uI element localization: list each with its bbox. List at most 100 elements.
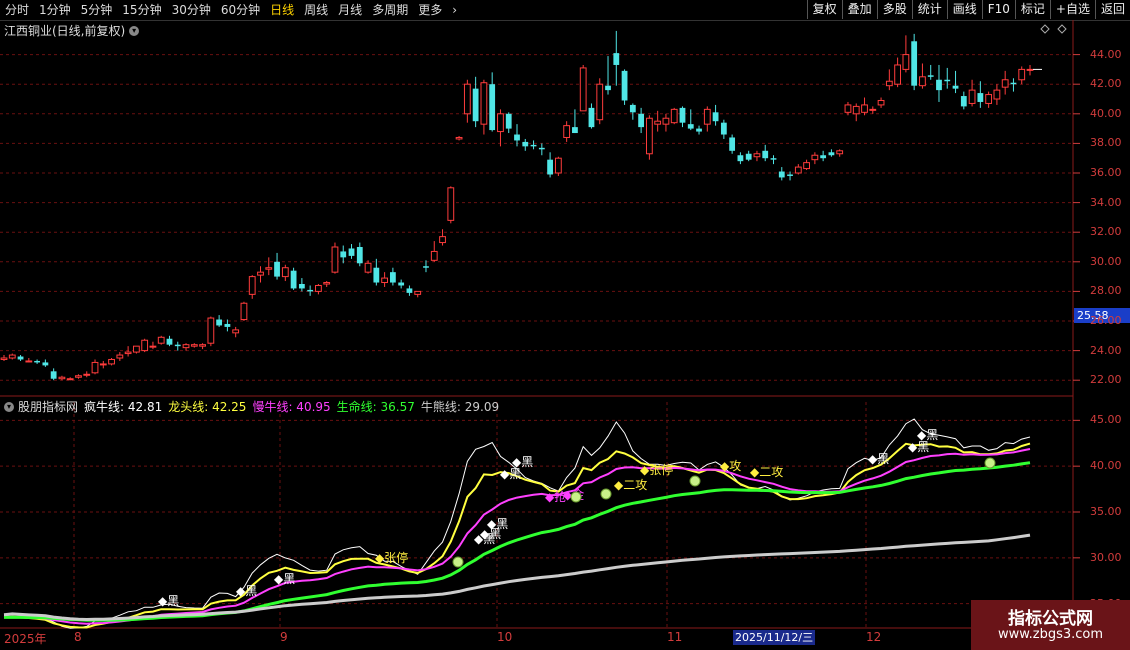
candle-body <box>1010 82 1017 85</box>
candle-body <box>770 158 777 160</box>
signal-label: ◆黑 <box>868 452 889 466</box>
candle-body <box>820 155 827 159</box>
candle-body <box>17 356 24 360</box>
candle-body <box>439 236 446 244</box>
candle-body <box>745 153 752 160</box>
candle-body <box>877 99 885 106</box>
candle-body <box>315 284 322 292</box>
indicator-value-0: 疯牛线: 42.81 <box>84 400 163 414</box>
candle-body <box>861 104 868 113</box>
candle-body <box>348 248 355 256</box>
price-tick-label: 40.00 <box>1090 106 1122 120</box>
candle-body <box>547 159 553 175</box>
candle-body <box>489 84 496 131</box>
candle-body <box>712 112 719 122</box>
candle-body <box>828 152 835 156</box>
candle-body <box>554 157 562 174</box>
candle-body <box>182 344 190 349</box>
candle-body <box>58 376 66 380</box>
signal-label: ◆黑 <box>274 572 295 586</box>
candle-body <box>703 108 711 125</box>
candle-body <box>34 360 40 363</box>
candle-body <box>381 277 389 284</box>
candle-body <box>83 373 91 376</box>
indicator-value-4: 牛熊线: 29.09 <box>420 400 500 414</box>
candle-body <box>240 302 248 321</box>
indicator-value-1: 龙头线: 42.25 <box>168 400 247 414</box>
candle-body <box>563 125 571 138</box>
signal-label: ◆黑 <box>512 455 533 469</box>
price-tick-label: 24.00 <box>1090 343 1122 357</box>
candle-body <box>406 288 413 293</box>
candle-body <box>869 108 877 111</box>
candle-body <box>993 89 1001 100</box>
candle-body <box>248 276 256 295</box>
diamond-icon <box>1040 24 1050 34</box>
candle-body <box>645 117 653 155</box>
signal-label: ◆黑 <box>487 517 508 531</box>
apple-signal-icon <box>452 556 464 568</box>
candle-body <box>679 107 686 123</box>
candle-body <box>638 113 645 128</box>
candle-body <box>753 153 761 158</box>
date-tick-label: 10 <box>497 630 513 644</box>
indicator-name: 股朋指标网 <box>18 400 79 414</box>
date-cursor: 2025/11/12/三 <box>733 630 816 645</box>
candle-body <box>911 41 918 86</box>
candle-body <box>447 187 455 221</box>
price-tick-label: 42.00 <box>1090 77 1122 91</box>
candle-body <box>836 150 844 155</box>
indicator-tick-label: 35.00 <box>1090 505 1122 518</box>
signal-label: ◆二攻 <box>614 478 647 492</box>
candle-body <box>985 94 993 104</box>
candle-body <box>91 361 99 374</box>
indicator-tick-label: 30.00 <box>1090 550 1122 564</box>
candle-body <box>811 154 819 161</box>
candle-body <box>670 108 678 124</box>
date-tick-label: 8 <box>74 630 82 644</box>
indicator-tick-label: 45.00 <box>1090 413 1122 427</box>
candle-body <box>1018 68 1026 81</box>
candle-body <box>894 64 902 85</box>
candle-body <box>423 266 429 268</box>
chevron-down-icon[interactable]: ▾ <box>4 401 14 412</box>
watermark-url: www.zbgs3.com <box>997 627 1104 642</box>
candle-body <box>8 354 16 359</box>
candle-body <box>480 82 488 125</box>
candle-body <box>621 70 628 101</box>
chart-title: 江西铜业(日线,前复权) ▾ <box>4 22 140 39</box>
date-tick-label: 9 <box>280 630 288 644</box>
candle-body <box>919 76 926 87</box>
signal-label: ◆黑 <box>236 584 257 598</box>
candle-body <box>596 83 604 121</box>
signal-label: ◆黑 <box>917 428 938 442</box>
candle-body <box>522 141 529 147</box>
apple-signal-icon <box>570 491 582 503</box>
apple-signal-icon <box>689 475 701 487</box>
candle-body <box>149 345 157 348</box>
chevron-down-icon[interactable]: ▾ <box>129 25 140 36</box>
candle-body <box>0 357 8 360</box>
signal-label: ◆张停 <box>375 550 408 565</box>
candle-body <box>968 89 976 104</box>
price-tick-label: 36.00 <box>1090 166 1122 179</box>
candle-body <box>207 317 215 344</box>
price-tick-label: 38.00 <box>1090 136 1122 150</box>
candle-body <box>902 54 910 70</box>
indicator-title: ▾ 股朋指标网 疯牛线: 42.81 龙头线: 42.25 慢牛线: 40.95 生命… <box>4 398 505 415</box>
candle-body <box>216 319 223 326</box>
diamond-icon <box>1057 24 1067 34</box>
candle-body <box>364 262 372 273</box>
candle-body <box>1001 79 1009 88</box>
signal-label: ◆张停 <box>640 462 673 477</box>
candle-body <box>414 290 422 295</box>
candle-body <box>687 124 694 129</box>
candle-body <box>936 79 942 91</box>
candlestick-chart[interactable]: ◆黑◆黑◆黑◆张停◆黑◆黑◆黑◆黑◆黑◆抢◆金◆二攻◆张停◆攻◆二攻◆黑◆黑◆黑 <box>0 0 1130 650</box>
candle-body <box>538 147 545 150</box>
candle-body <box>274 261 280 277</box>
candle-body <box>629 104 636 113</box>
date-tick-label: 2025年 <box>4 632 47 646</box>
candle-body <box>174 344 181 347</box>
candle-body <box>572 127 578 134</box>
